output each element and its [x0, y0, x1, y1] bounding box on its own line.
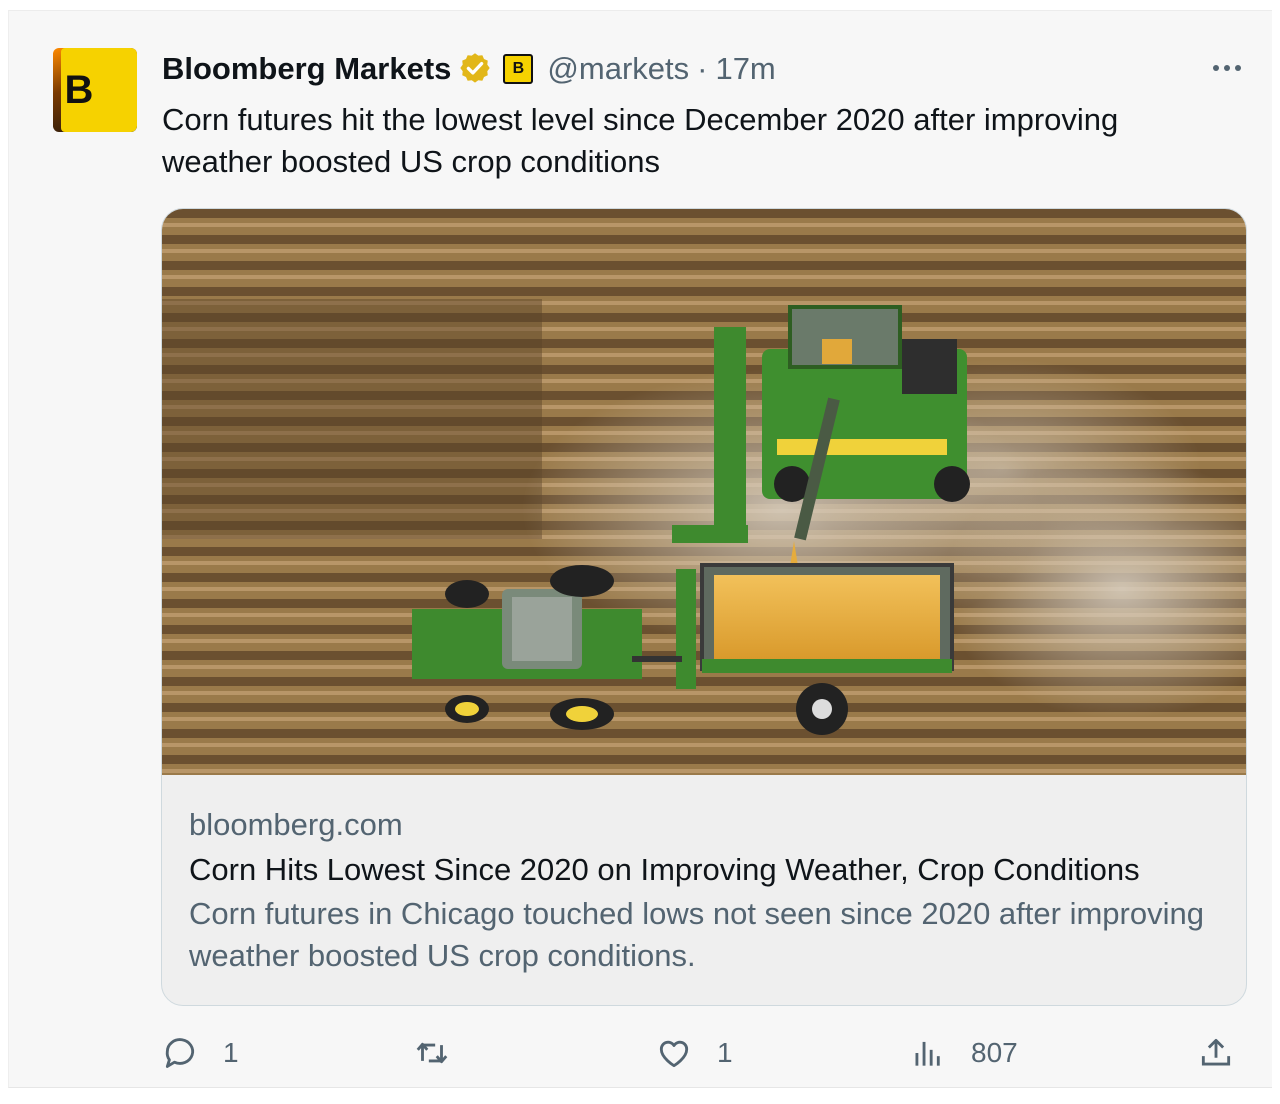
tweet-text: Corn futures hit the lowest level since … [162, 102, 1119, 179]
views-button[interactable]: 807 [909, 1029, 1018, 1077]
action-bar: 1 1 807 [161, 1029, 1247, 1077]
tweet-header: Bloomberg Markets B @markets · 17m [162, 49, 776, 89]
verified-badge-icon[interactable] [457, 51, 493, 87]
retweet-icon [416, 1042, 448, 1064]
more-icon[interactable] [1207, 53, 1247, 83]
share-icon [1201, 1038, 1231, 1066]
timestamp[interactable]: 17m [715, 51, 775, 87]
share-button[interactable] [1197, 1029, 1235, 1077]
avatar-logo: B [61, 48, 137, 132]
tweet[interactable]: B Bloomberg Markets B @markets · 17m Cor… [8, 10, 1272, 1088]
card-domain: bloomberg.com [189, 807, 403, 842]
like-icon [659, 1040, 689, 1068]
views-icon [915, 1041, 940, 1066]
card-image [162, 209, 1246, 775]
like-button[interactable]: 1 [655, 1029, 733, 1077]
card-title: Corn Hits Lowest Since 2020 on Improving… [189, 852, 1140, 887]
author-handle[interactable]: @markets [547, 51, 689, 87]
reply-count: 1 [223, 1037, 239, 1068]
author-name[interactable]: Bloomberg Markets [162, 51, 451, 87]
like-count: 1 [717, 1037, 733, 1068]
avatar[interactable]: B [53, 48, 137, 132]
separator: · [697, 51, 708, 86]
link-card[interactable]: bloomberg.com Corn Hits Lowest Since 202… [161, 208, 1247, 1006]
retweet-button[interactable] [413, 1029, 475, 1077]
card-description: Corn futures in Chicago touched lows not… [189, 896, 1204, 973]
reply-icon [165, 1038, 195, 1068]
views-count: 807 [971, 1037, 1018, 1068]
card-meta: bloomberg.com Corn Hits Lowest Since 202… [189, 803, 1229, 977]
affiliate-logo[interactable]: B [503, 54, 534, 84]
reply-button[interactable]: 1 [161, 1029, 239, 1077]
